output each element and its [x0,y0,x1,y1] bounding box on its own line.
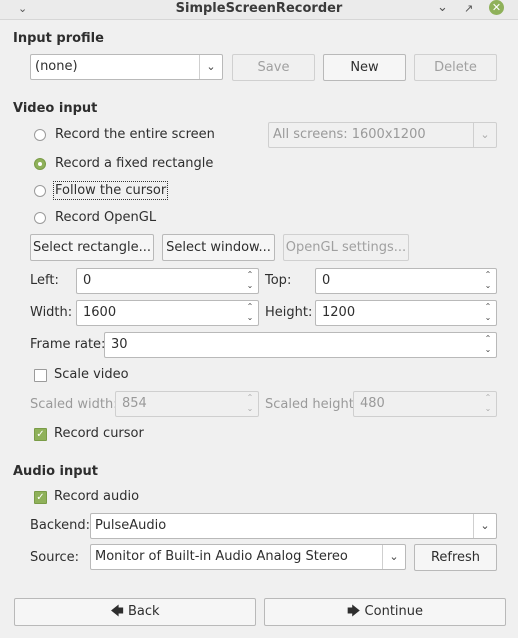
spin-up-icon[interactable]: ⌃ [482,270,494,280]
record-cursor-label[interactable]: Record cursor [54,426,144,441]
spin-up-icon[interactable]: ⌃ [244,270,256,280]
spin-down-icon[interactable]: ⌄ [244,281,256,291]
record-audio-label[interactable]: Record audio [54,489,139,504]
select-rectangle-button[interactable]: Select rectangle... [30,234,154,261]
radio-follow-cursor[interactable] [34,185,46,197]
left-value: 0 [83,273,92,288]
left-spinbox[interactable]: 0 ⌃ ⌄ [76,268,259,294]
screen-select-value: All screens: 1600x1200 [273,127,426,142]
scale-video-label[interactable]: Scale video [54,367,129,382]
backend-label: Backend: [30,518,90,533]
radio-fixed-rectangle-label[interactable]: Record a fixed rectangle [55,156,213,171]
radio-fixed-rectangle[interactable] [34,158,46,170]
scaled-width-label: Scaled width: [30,397,118,412]
spin-up-icon[interactable]: ⌃ [244,302,256,312]
opengl-settings-button[interactable]: OpenGL settings... [283,234,409,261]
video-input-heading: Video input [13,101,98,116]
input-profile-heading: Input profile [13,31,104,46]
source-label: Source: [30,550,80,565]
spin-down-icon[interactable]: ⌄ [482,281,494,291]
spin-up-icon[interactable]: ⌃ [482,334,494,344]
scaled-height-label: Scaled height: [265,397,359,412]
width-spinbox[interactable]: 1600 ⌃ ⌄ [76,300,259,326]
arrow-left-icon: 🡄 [110,604,124,619]
spin-up-icon[interactable]: ⌃ [244,393,256,403]
scale-video-checkbox[interactable] [34,369,47,382]
scaled-height-value: 480 [360,396,385,411]
minimize-icon[interactable]: ⌄ [437,0,448,16]
top-spinbox[interactable]: 0 ⌃ ⌄ [315,268,497,294]
restore-icon[interactable]: ↗ [464,1,473,17]
scaled-width-value: 854 [122,396,147,411]
frame-rate-label: Frame rate: [30,337,106,352]
top-label: Top: [265,273,292,288]
width-label: Width: [30,305,73,320]
continue-button[interactable]: 🡆 Continue [264,598,506,626]
refresh-button[interactable]: Refresh [414,544,497,571]
height-spinbox[interactable]: 1200 ⌃ ⌄ [315,300,497,326]
scaled-height-spinbox[interactable]: 480 ⌃ ⌄ [353,391,497,417]
radio-follow-cursor-label[interactable]: Follow the cursor [52,181,169,200]
save-profile-button[interactable]: Save [232,54,315,81]
radio-opengl[interactable] [34,212,46,224]
radio-opengl-label[interactable]: Record OpenGL [55,210,156,225]
select-window-button[interactable]: Select window... [162,234,275,261]
spin-down-icon[interactable]: ⌄ [244,404,256,414]
spin-up-icon[interactable]: ⌃ [482,302,494,312]
profile-select-value: (none) [35,59,78,74]
left-label: Left: [30,273,59,288]
screen-select[interactable]: All screens: 1600x1200 ⌄ [268,122,497,148]
backend-select[interactable]: PulseAudio ⌄ [90,513,497,539]
height-value: 1200 [322,305,356,320]
spin-down-icon[interactable]: ⌄ [482,345,494,355]
continue-button-label: Continue [364,604,424,619]
delete-profile-button[interactable]: Delete [414,54,497,81]
record-cursor-checkbox[interactable]: ✓ [34,428,47,441]
source-select-value: Monitor of Built-in Audio Analog Stereo [95,549,348,564]
backend-select-value: PulseAudio [95,518,167,533]
chevron-down-icon: ⌄ [199,55,222,79]
top-value: 0 [322,273,331,288]
spin-down-icon[interactable]: ⌄ [482,404,494,414]
close-icon[interactable]: ✕ [489,0,504,15]
chevron-down-icon: ⌄ [382,545,405,569]
width-value: 1600 [83,305,117,320]
spin-down-icon[interactable]: ⌄ [482,313,494,323]
frame-rate-value: 30 [111,337,128,352]
spin-down-icon[interactable]: ⌄ [244,313,256,323]
chevron-down-icon: ⌄ [473,123,496,147]
record-audio-checkbox[interactable]: ✓ [34,491,47,504]
back-button-label: Back [128,604,160,619]
arrow-right-icon: 🡆 [346,604,361,619]
scaled-width-spinbox[interactable]: 854 ⌃ ⌄ [115,391,259,417]
spin-up-icon[interactable]: ⌃ [482,393,494,403]
radio-entire-screen[interactable] [34,129,46,141]
frame-rate-spinbox[interactable]: 30 ⌃ ⌄ [104,332,497,358]
back-button[interactable]: 🡄 Back [14,598,256,626]
height-label: Height: [265,305,313,320]
source-select[interactable]: Monitor of Built-in Audio Analog Stereo … [90,544,406,570]
new-profile-button[interactable]: New [323,54,406,81]
chevron-down-icon: ⌄ [473,514,496,538]
audio-input-heading: Audio input [13,464,99,479]
profile-select[interactable]: (none) ⌄ [30,54,223,80]
radio-entire-screen-label[interactable]: Record the entire screen [55,127,215,142]
